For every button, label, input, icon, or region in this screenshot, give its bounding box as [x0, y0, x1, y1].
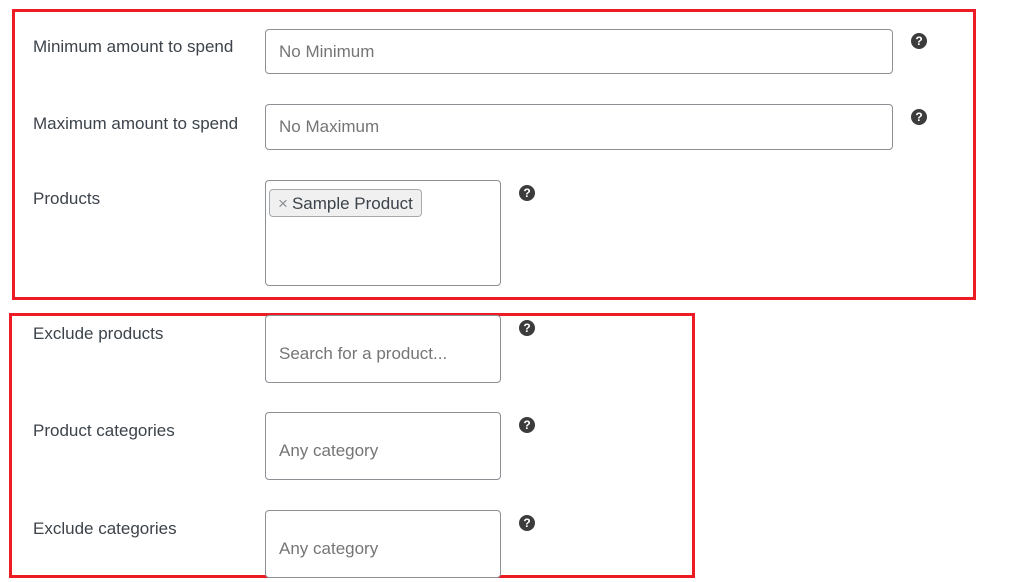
product-categories-label: Product categories — [33, 421, 175, 440]
exclude-products-label: Exclude products — [33, 324, 164, 343]
product-categories-input[interactable] — [265, 412, 501, 480]
exclude-categories-input[interactable] — [265, 510, 501, 578]
question-circle-icon[interactable]: ? — [519, 515, 535, 531]
maximum-amount-label: Maximum amount to spend — [33, 114, 239, 133]
minimum-amount-label: Minimum amount to spend — [33, 37, 234, 56]
maximum-amount-input[interactable] — [265, 104, 893, 150]
question-circle-icon[interactable]: ? — [519, 417, 535, 433]
question-circle-icon[interactable]: ? — [519, 185, 535, 201]
exclude-categories-label: Exclude categories — [33, 519, 177, 538]
exclude-products-input[interactable] — [265, 315, 501, 383]
question-circle-icon[interactable]: ? — [911, 33, 927, 49]
remove-chip-icon[interactable]: × — [278, 194, 288, 213]
question-circle-icon[interactable]: ? — [519, 320, 535, 336]
selected-product-chip: × Sample Product — [269, 189, 422, 217]
question-circle-icon[interactable]: ? — [911, 109, 927, 125]
chip-label: Sample Product — [291, 194, 413, 213]
products-select[interactable]: × Sample Product — [265, 180, 501, 286]
minimum-amount-input[interactable] — [265, 29, 893, 74]
products-label: Products — [33, 189, 101, 208]
